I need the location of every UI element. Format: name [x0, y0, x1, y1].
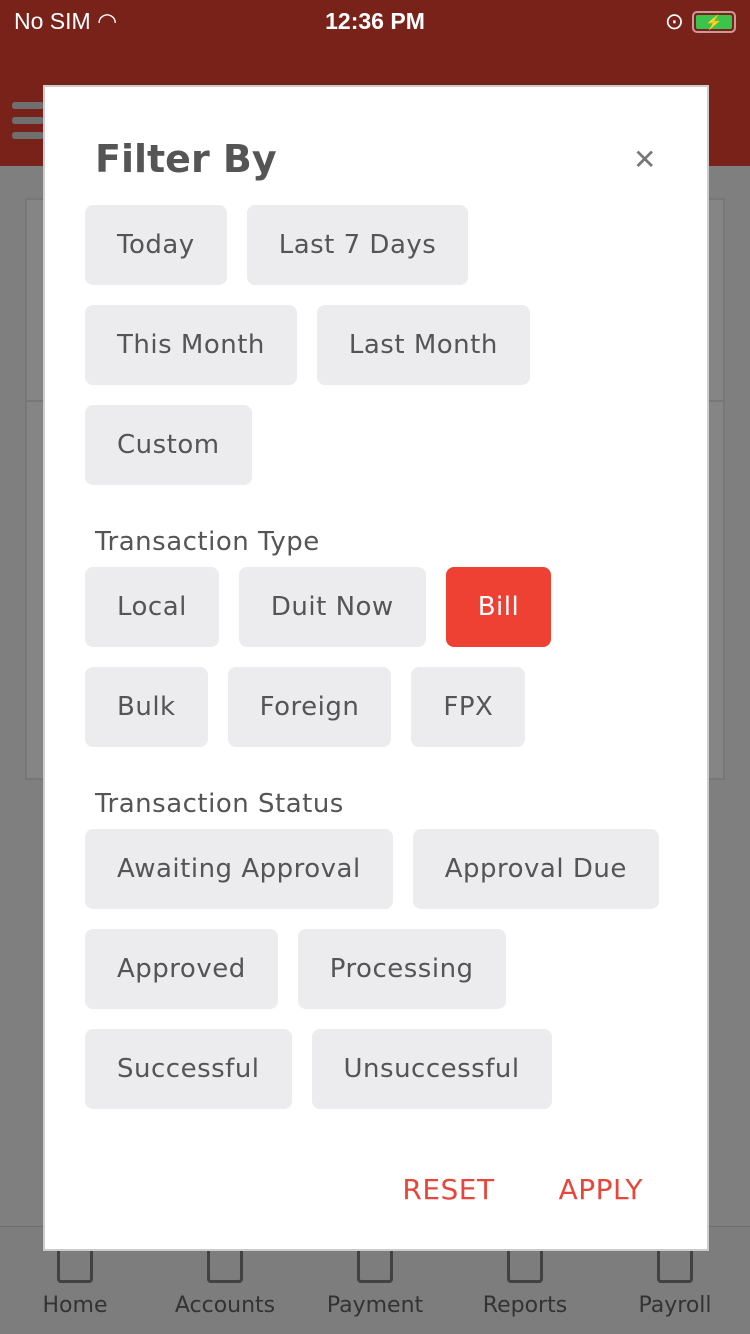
chip-local[interactable]: Local [85, 567, 219, 647]
chip-today[interactable]: Today [85, 205, 227, 285]
close-icon[interactable]: ✕ [633, 143, 656, 176]
section-transaction-status: Transaction Status [95, 789, 344, 819]
accounts-icon [207, 1247, 243, 1283]
chip-fpx[interactable]: FPX [411, 667, 526, 747]
chip-bill[interactable]: Bill [445, 567, 552, 647]
reports-icon [507, 1247, 543, 1283]
tab-label: Accounts [174, 1293, 276, 1318]
chip-last-7-days[interactable]: Last 7 Days [246, 205, 469, 285]
tab-label: Payment [326, 1293, 424, 1318]
filter-modal: Filter By ✕ Today Last 7 Days This Month L… [43, 85, 709, 1251]
clock: 12:36 PM [325, 8, 425, 34]
chip-bulk[interactable]: Bulk [85, 667, 208, 747]
filter-options[interactable]: Today Last 7 Days This Month Last Month Cu… [85, 205, 685, 1131]
apply-button[interactable]: APPLY [559, 1173, 643, 1206]
menu-icon[interactable] [12, 102, 44, 147]
chip-processing[interactable]: Processing [297, 929, 506, 1009]
status-bar: No SIM ◠ 12:36 PM ⊙ ⚡ [0, 0, 750, 40]
tab-label: Reports [482, 1293, 568, 1318]
battery-icon: ⚡ [692, 10, 736, 33]
tab-label: Payroll [638, 1293, 712, 1318]
section-transaction-type: Transaction Type [95, 527, 320, 557]
chip-awaiting-approval[interactable]: Awaiting Approval [85, 829, 393, 909]
chip-custom[interactable]: Custom [85, 405, 252, 485]
reset-button[interactable]: RESET [402, 1173, 494, 1206]
chip-this-month[interactable]: This Month [85, 305, 297, 385]
chip-duit-now[interactable]: Duit Now [238, 567, 426, 647]
chip-successful[interactable]: Successful [85, 1029, 292, 1109]
payroll-icon [657, 1247, 693, 1283]
chip-unsuccessful[interactable]: Unsuccessful [311, 1029, 552, 1109]
home-icon [57, 1247, 93, 1283]
wallet-icon [357, 1247, 393, 1283]
chip-approved[interactable]: Approved [85, 929, 278, 1009]
chip-foreign[interactable]: Foreign [227, 667, 392, 747]
tab-label: Home [42, 1293, 108, 1318]
modal-title: Filter By [95, 137, 277, 181]
chip-last-month[interactable]: Last Month [316, 305, 530, 385]
rotation-lock-icon: ⊙ [664, 8, 684, 34]
chip-approval-due[interactable]: Approval Due [412, 829, 659, 909]
